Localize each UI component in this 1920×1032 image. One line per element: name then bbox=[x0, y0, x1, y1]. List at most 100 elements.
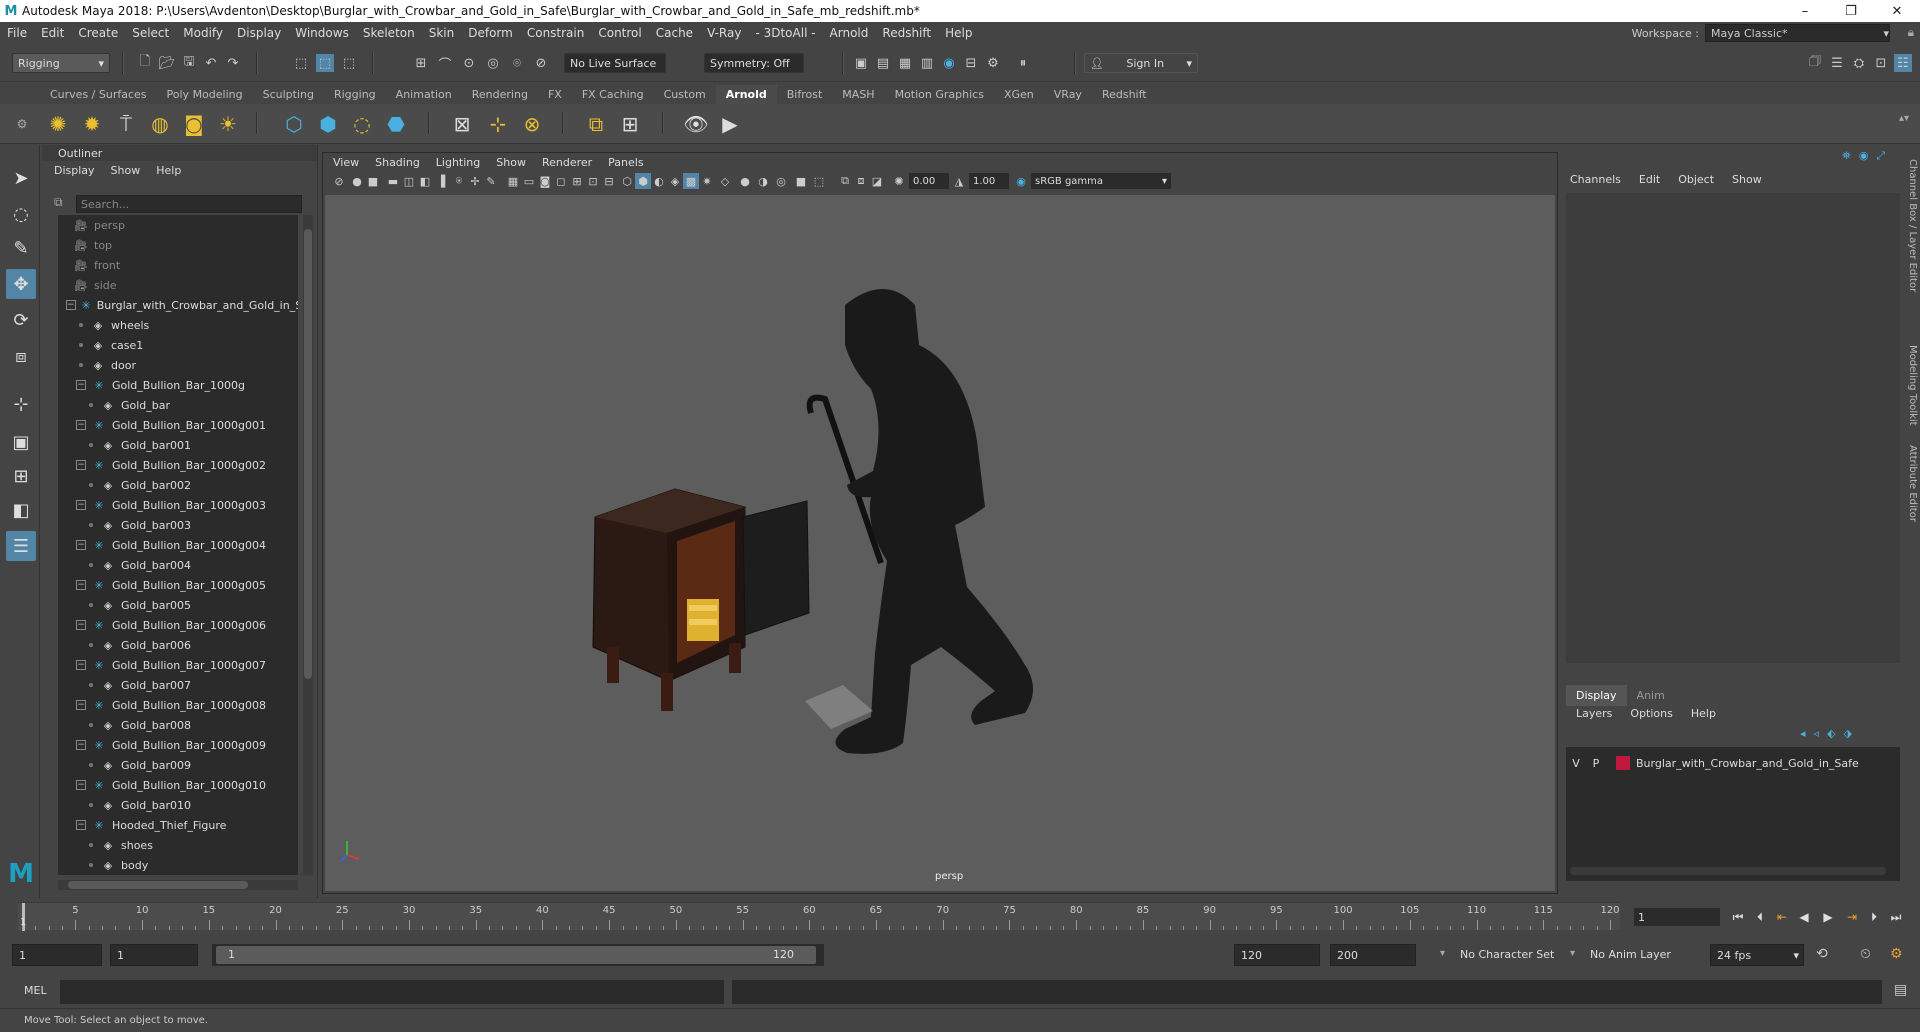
snap-point-icon[interactable]: ⊙ bbox=[460, 54, 478, 72]
chevron-down-icon[interactable]: ▾ bbox=[1440, 948, 1445, 959]
two-d-pan-icon[interactable]: ◫ bbox=[401, 173, 417, 189]
channel-box-area[interactable] bbox=[1566, 193, 1900, 663]
move-layer-down-icon[interactable]: ◃ bbox=[1814, 727, 1820, 740]
xray-active-icon[interactable]: ⧉ bbox=[837, 173, 853, 189]
close-button[interactable]: ✕ bbox=[1874, 0, 1920, 22]
outliner-row[interactable]: ◈ wheels bbox=[58, 315, 298, 335]
exposure-field[interactable]: 0.00 bbox=[909, 173, 949, 189]
grease-pencil-icon[interactable]: ◧ bbox=[417, 173, 433, 189]
anim-prefs-icon[interactable]: ⚙︎ bbox=[1890, 946, 1903, 962]
play-forwards-icon[interactable]: ▶︎ bbox=[1818, 908, 1838, 926]
viewport-menu-show[interactable]: Show bbox=[496, 156, 526, 169]
volume-icon[interactable]: ◌ bbox=[348, 110, 376, 138]
animation-end-field[interactable]: 200 bbox=[1330, 944, 1416, 966]
grid-toggle-icon[interactable]: ▐ bbox=[433, 173, 449, 189]
outliner-row[interactable]: ◈ Gold_bar007 bbox=[58, 675, 298, 695]
open-scene-icon[interactable]: 📂︎ bbox=[158, 54, 176, 72]
color-management-icon[interactable]: ◉ bbox=[1013, 173, 1029, 189]
menu-skeleton[interactable]: Skeleton bbox=[356, 26, 422, 40]
smooth-shade-icon[interactable]: ⊡ bbox=[585, 173, 601, 189]
outliner-row[interactable]: 🎥︎ side bbox=[58, 275, 298, 295]
viewport-scene[interactable]: persp bbox=[325, 195, 1555, 891]
safe-title-icon[interactable]: ◙ bbox=[537, 173, 553, 189]
light-portal-icon[interactable]: ◙ bbox=[180, 110, 208, 138]
restore-button[interactable]: ❐ bbox=[1828, 0, 1874, 22]
render-settings-icon[interactable]: ▥ bbox=[918, 54, 936, 72]
select-component-icon[interactable]: ⬚ bbox=[340, 54, 358, 72]
menu-select[interactable]: Select bbox=[125, 26, 176, 40]
layer-editor-icon[interactable]: ☷ bbox=[1894, 54, 1912, 72]
flush-background-icon[interactable]: ⊹ bbox=[484, 110, 512, 138]
ambient-occlusion-icon[interactable]: ◇ bbox=[717, 173, 733, 189]
pause-ipr-icon[interactable]: ⏸︎ bbox=[1014, 54, 1032, 72]
view-transform-dropdown[interactable]: sRGB gamma ▾ bbox=[1031, 173, 1171, 189]
viewport-menu-panels[interactable]: Panels bbox=[608, 156, 643, 169]
outliner-row[interactable]: − ✳ Gold_Bullion_Bar_1000g bbox=[58, 375, 298, 395]
outliner-row[interactable]: ◈ door bbox=[58, 355, 298, 375]
shelf-tab-vray[interactable]: VRay bbox=[1044, 85, 1092, 104]
textured-icon[interactable]: ⊟ bbox=[601, 173, 617, 189]
collapse-toggle-icon[interactable]: − bbox=[76, 540, 86, 550]
menu-cache[interactable]: Cache bbox=[649, 26, 700, 40]
step-back-frame-icon[interactable]: ⏴︎ bbox=[1750, 908, 1770, 926]
move-tool-icon[interactable]: ✥ bbox=[6, 269, 36, 299]
grid-icon[interactable]: ▦ bbox=[505, 173, 521, 189]
outliner-row[interactable]: ◈ Gold_bar003 bbox=[58, 515, 298, 535]
menu-file[interactable]: File bbox=[0, 26, 34, 40]
collapse-toggle-icon[interactable]: − bbox=[66, 300, 76, 310]
shelf-tab-fx[interactable]: FX bbox=[538, 85, 572, 104]
menu-skin[interactable]: Skin bbox=[422, 26, 462, 40]
tab-display[interactable]: Display bbox=[1566, 685, 1627, 706]
photometric-light-icon[interactable]: ⍑ bbox=[112, 110, 140, 138]
range-slider-handle[interactable]: 1 120 bbox=[216, 946, 816, 964]
four-view-icon[interactable]: ⊞ bbox=[6, 461, 36, 491]
resolution-gate-icon[interactable]: ✢ bbox=[467, 173, 483, 189]
flush-textures-icon[interactable]: ⊠ bbox=[448, 110, 476, 138]
outliner-row[interactable]: − ✳ Burglar_with_Crowbar_and_Gold_in_Sa bbox=[58, 295, 298, 315]
shelf-tab-animation[interactable]: Animation bbox=[386, 85, 462, 104]
backface-icon[interactable]: ⧈ bbox=[853, 173, 869, 189]
range-slider-track[interactable]: 1 120 bbox=[212, 944, 824, 966]
command-input[interactable] bbox=[60, 980, 724, 1004]
layer-help-menu[interactable]: Help bbox=[1691, 707, 1716, 720]
select-object-icon[interactable]: ⬚ bbox=[316, 54, 334, 72]
menu-vray[interactable]: V-Ray bbox=[700, 26, 748, 40]
use-default-material-icon[interactable]: ◐ bbox=[651, 173, 667, 189]
outliner-row[interactable]: − ✳ Gold_Bullion_Bar_1000g001 bbox=[58, 415, 298, 435]
collapse-toggle-icon[interactable]: − bbox=[76, 580, 86, 590]
step-forward-key-icon[interactable]: ⇥ bbox=[1842, 908, 1862, 926]
snap-curve-icon[interactable]: ⌒ bbox=[436, 54, 454, 73]
channel-box-icon[interactable]: ⊡ bbox=[1872, 54, 1890, 72]
collapse-toggle-icon[interactable]: − bbox=[76, 740, 86, 750]
outliner-row[interactable]: ◈ Gold_bar010 bbox=[58, 795, 298, 815]
outliner-row[interactable]: ◈ Gold_bar006 bbox=[58, 635, 298, 655]
outliner-search-input[interactable]: Search... bbox=[76, 195, 302, 213]
outliner-row[interactable]: 🎥︎ front bbox=[58, 255, 298, 275]
go-to-end-icon[interactable]: ⏭︎ bbox=[1886, 908, 1906, 926]
side-tab-modeling-toolkit[interactable]: Modeling Toolkit bbox=[1904, 345, 1918, 435]
snap-grid-icon[interactable]: ⊞ bbox=[412, 54, 430, 72]
outliner-row[interactable]: ◈ Gold_bar002 bbox=[58, 475, 298, 495]
shelf-tab-mash[interactable]: MASH bbox=[832, 85, 884, 104]
menu-help[interactable]: Help bbox=[938, 26, 979, 40]
snap-view-plane-icon[interactable]: ◎ bbox=[484, 54, 502, 72]
flush-quad-icon[interactable]: ⧉ bbox=[582, 110, 610, 138]
lights-icon[interactable]: ▩ bbox=[683, 173, 699, 189]
auto-key-icon[interactable]: ⏲︎ bbox=[1860, 946, 1871, 962]
new-scene-icon[interactable]: 🗋 bbox=[136, 54, 154, 72]
script-editor-icon[interactable]: ▤ bbox=[1894, 982, 1907, 998]
outliner-row[interactable]: − ✳ Gold_Bullion_Bar_1000g006 bbox=[58, 615, 298, 635]
layer-color-swatch[interactable] bbox=[1616, 756, 1630, 770]
mesh-light-icon[interactable]: ✹ bbox=[78, 110, 106, 138]
ipr-render-icon[interactable]: ▦ bbox=[896, 54, 914, 72]
persp-outliner-icon[interactable]: ◧ bbox=[6, 495, 36, 525]
camera-attributes-icon[interactable]: ● bbox=[349, 173, 365, 189]
flush-all-icon[interactable]: ⊞ bbox=[616, 110, 644, 138]
scrollbar-thumb[interactable] bbox=[304, 229, 312, 679]
depth-of-field-icon[interactable]: ◎ bbox=[773, 173, 789, 189]
play-backwards-icon[interactable]: ◀︎ bbox=[1794, 908, 1814, 926]
pin-icon[interactable]: ⤢ bbox=[1876, 149, 1885, 163]
exposure-icon[interactable]: ✺ bbox=[891, 173, 907, 189]
outliner-menu-display[interactable]: Display bbox=[54, 164, 95, 177]
motion-blur-icon[interactable]: ● bbox=[737, 173, 753, 189]
